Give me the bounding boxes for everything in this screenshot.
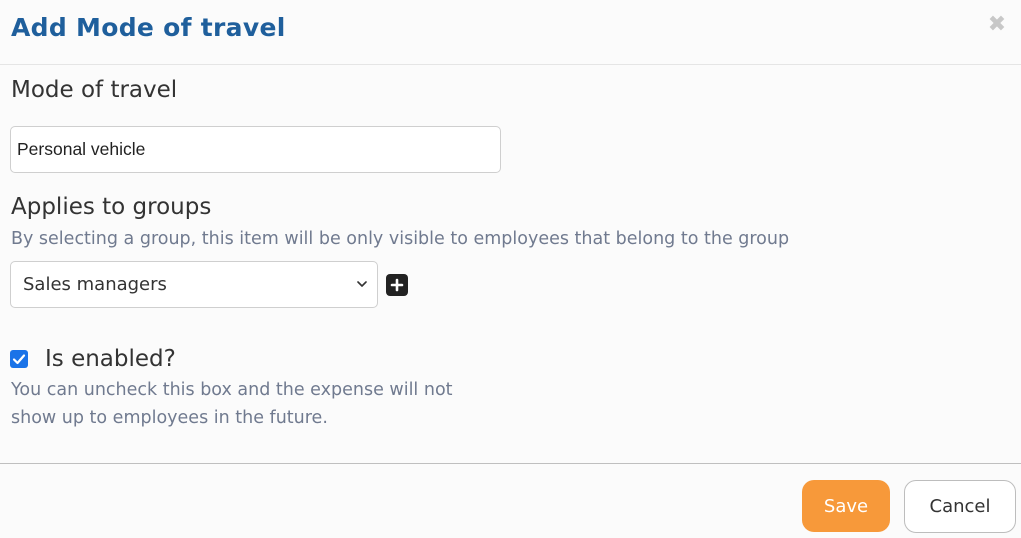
- add-mode-of-travel-modal: Add Mode of travel ✖ Mode of travel Appl…: [0, 0, 1021, 537]
- is-enabled-help-line2: show up to employees in the future.: [11, 408, 328, 428]
- applies-to-groups-label: Applies to groups: [11, 194, 212, 220]
- group-select[interactable]: Sales managers: [10, 261, 378, 308]
- checkmark-icon: [12, 354, 26, 365]
- close-icon[interactable]: ✖: [987, 14, 1007, 36]
- is-enabled-checkbox[interactable]: [10, 350, 28, 368]
- mode-of-travel-label: Mode of travel: [11, 77, 178, 103]
- is-enabled-help-line1: You can uncheck this box and the expense…: [11, 380, 453, 400]
- applies-to-groups-help: By selecting a group, this item will be …: [11, 229, 790, 249]
- cancel-button[interactable]: Cancel: [904, 480, 1016, 533]
- is-enabled-label: Is enabled?: [45, 346, 176, 372]
- mode-of-travel-input[interactable]: [10, 126, 501, 173]
- save-button[interactable]: Save: [802, 480, 890, 532]
- group-select-value: Sales managers: [23, 274, 167, 295]
- plus-square-icon: [390, 278, 404, 292]
- chevron-down-icon: [357, 281, 367, 287]
- modal-title: Add Mode of travel: [11, 13, 286, 42]
- modal-header: Add Mode of travel ✖: [0, 0, 1021, 65]
- add-group-button[interactable]: [386, 274, 408, 296]
